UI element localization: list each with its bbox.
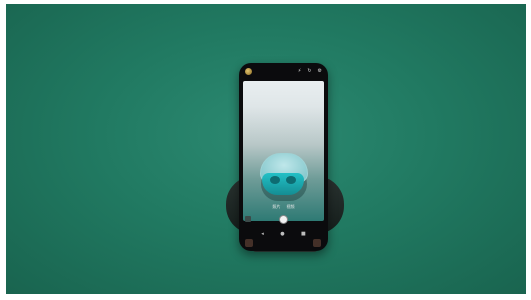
gallery-thumbnail[interactable] [245,216,251,222]
smartphone: ⚡ ↻ ⚙ 照片 视频 ◂ ● ■ [239,63,328,251]
back-icon[interactable]: ◂ [261,231,264,237]
photo-scene: ⚡ ↻ ⚙ 照片 视频 ◂ ● ■ [6,4,526,294]
home-icon[interactable]: ● [280,231,284,237]
mode-video[interactable]: 视频 [287,205,295,209]
recents-icon[interactable]: ■ [301,231,306,237]
camera-top-icons: ⚡ ↻ ⚙ [298,68,322,74]
stand-clip-right [313,239,321,247]
earbud-case [262,173,304,195]
camera-mode-switcher: 照片 视频 [239,205,328,209]
shutter-button[interactable] [279,214,288,224]
timer-icon[interactable]: ↻ [307,68,311,74]
camera-controls [239,212,328,226]
mode-photo[interactable]: 照片 [273,205,281,209]
flash-icon[interactable]: ⚡ [298,68,302,74]
camera-viewfinder [243,81,324,221]
controls-spacer [316,216,322,222]
front-camera [245,67,252,75]
stand-clip-left [245,239,253,247]
earbud-right [286,176,296,184]
earbud-left [270,176,280,184]
system-nav-bar: ◂ ● ■ [239,229,328,239]
camera-top-bar: ⚡ ↻ ⚙ [239,63,328,79]
settings-icon[interactable]: ⚙ [318,68,322,74]
